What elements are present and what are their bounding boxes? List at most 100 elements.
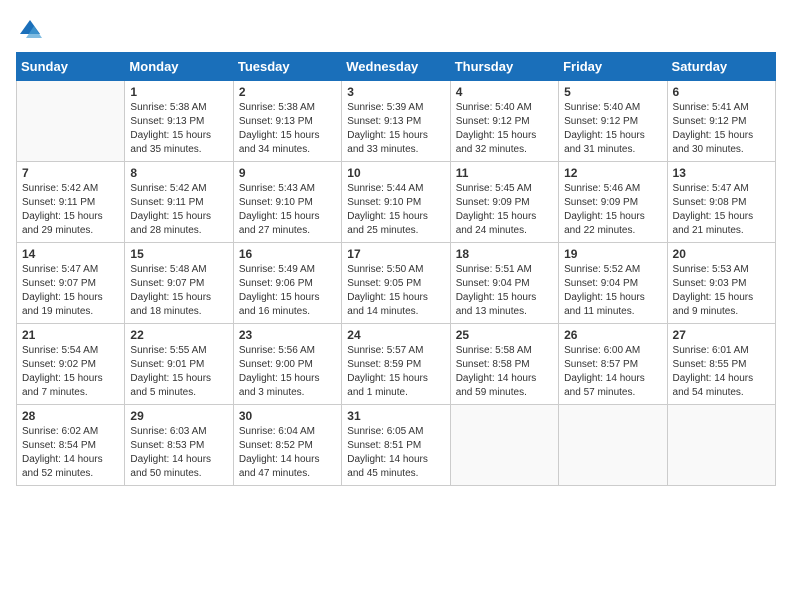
calendar-cell: 25 Sunrise: 5:58 AM Sunset: 8:58 PM Dayli… [450,324,558,405]
day-number: 1 [130,85,227,99]
day-info: Sunrise: 5:38 AM Sunset: 9:13 PM Dayligh… [130,101,227,157]
week-row-1: 1 Sunrise: 5:38 AM Sunset: 9:13 PM Daylig… [17,81,776,162]
calendar-cell: 31Sunrise: 6:05 AM Sunset: 8:51 PM Dayli… [342,405,450,486]
day-number: 16 [239,247,336,261]
calendar-cell [559,405,667,486]
calendar-cell: 11 Sunrise: 5:45 AM Sunset: 9:09 PM Dayli… [450,162,558,243]
week-row-2: 7 Sunrise: 5:42 AM Sunset: 9:11 PM Daylig… [17,162,776,243]
day-info: Sunrise: 5:55 AM Sunset: 9:01 PM Dayligh… [130,344,227,400]
calendar-cell: 28Sunrise: 6:02 AM Sunset: 8:54 PM Dayli… [17,405,125,486]
day-info: Sunrise: 5:53 AM Sunset: 9:03 PM Dayligh… [673,263,770,319]
day-info: Sunrise: 5:52 AM Sunset: 9:04 PM Dayligh… [564,263,661,319]
day-info: Sunrise: 6:03 AM Sunset: 8:53 PM Dayligh… [130,425,227,481]
weekday-header-tuesday: Tuesday [233,53,341,81]
calendar-cell: 10Sunrise: 5:44 AM Sunset: 9:10 PM Dayli… [342,162,450,243]
day-info: Sunrise: 5:57 AM Sunset: 8:59 PM Dayligh… [347,344,444,400]
calendar-cell: 8 Sunrise: 5:42 AM Sunset: 9:11 PM Daylig… [125,162,233,243]
calendar-cell: 12 Sunrise: 5:46 AM Sunset: 9:09 PM Dayli… [559,162,667,243]
calendar-cell: 21 Sunrise: 5:54 AM Sunset: 9:02 PM Dayli… [17,324,125,405]
day-number: 11 [456,166,553,180]
day-info: Sunrise: 6:00 AM Sunset: 8:57 PM Dayligh… [564,344,661,400]
day-number: 27 [673,328,770,342]
day-number: 7 [22,166,119,180]
day-info: Sunrise: 5:49 AM Sunset: 9:06 PM Dayligh… [239,263,336,319]
day-number: 12 [564,166,661,180]
weekday-header-thursday: Thursday [450,53,558,81]
day-number: 23 [239,328,336,342]
day-info: Sunrise: 5:46 AM Sunset: 9:09 PM Dayligh… [564,182,661,238]
calendar-cell [450,405,558,486]
calendar-cell: 1 Sunrise: 5:38 AM Sunset: 9:13 PM Daylig… [125,81,233,162]
day-info: Sunrise: 5:47 AM Sunset: 9:07 PM Dayligh… [22,263,119,319]
day-number: 20 [673,247,770,261]
day-number: 30 [239,409,336,423]
calendar-cell: 9 Sunrise: 5:43 AM Sunset: 9:10 PM Daylig… [233,162,341,243]
calendar-cell: 26 Sunrise: 6:00 AM Sunset: 8:57 PM Dayli… [559,324,667,405]
calendar-cell: 4Sunrise: 5:40 AM Sunset: 9:12 PM Daylig… [450,81,558,162]
day-number: 31 [347,409,444,423]
weekday-header-saturday: Saturday [667,53,775,81]
calendar-cell: 6 Sunrise: 5:41 AM Sunset: 9:12 PM Daylig… [667,81,775,162]
weekday-header-friday: Friday [559,53,667,81]
day-number: 10 [347,166,444,180]
calendar-cell: 7 Sunrise: 5:42 AM Sunset: 9:11 PM Daylig… [17,162,125,243]
day-number: 3 [347,85,444,99]
calendar-cell: 14 Sunrise: 5:47 AM Sunset: 9:07 PM Dayli… [17,243,125,324]
day-info: Sunrise: 5:41 AM Sunset: 9:12 PM Dayligh… [673,101,770,157]
calendar-cell: 20 Sunrise: 5:53 AM Sunset: 9:03 PM Dayli… [667,243,775,324]
logo-icon [16,16,44,44]
day-number: 9 [239,166,336,180]
day-number: 13 [673,166,770,180]
day-info: Sunrise: 5:54 AM Sunset: 9:02 PM Dayligh… [22,344,119,400]
day-info: Sunrise: 5:40 AM Sunset: 9:12 PM Dayligh… [456,101,553,157]
day-number: 5 [564,85,661,99]
calendar-cell: 17 Sunrise: 5:50 AM Sunset: 9:05 PM Dayli… [342,243,450,324]
day-number: 21 [22,328,119,342]
day-info: Sunrise: 5:50 AM Sunset: 9:05 PM Dayligh… [347,263,444,319]
day-number: 24 [347,328,444,342]
day-info: Sunrise: 5:58 AM Sunset: 8:58 PM Dayligh… [456,344,553,400]
day-info: Sunrise: 6:02 AM Sunset: 8:54 PM Dayligh… [22,425,119,481]
day-info: Sunrise: 5:47 AM Sunset: 9:08 PM Dayligh… [673,182,770,238]
day-info: Sunrise: 5:43 AM Sunset: 9:10 PM Dayligh… [239,182,336,238]
calendar-cell: 23Sunrise: 5:56 AM Sunset: 9:00 PM Dayli… [233,324,341,405]
day-info: Sunrise: 5:38 AM Sunset: 9:13 PM Dayligh… [239,101,336,157]
day-number: 26 [564,328,661,342]
day-number: 22 [130,328,227,342]
calendar-cell: 16 Sunrise: 5:49 AM Sunset: 9:06 PM Dayli… [233,243,341,324]
day-number: 19 [564,247,661,261]
weekday-header-wednesday: Wednesday [342,53,450,81]
day-number: 14 [22,247,119,261]
calendar-cell: 19 Sunrise: 5:52 AM Sunset: 9:04 PM Dayli… [559,243,667,324]
weekday-header-sunday: Sunday [17,53,125,81]
calendar-cell: 30Sunrise: 6:04 AM Sunset: 8:52 PM Dayli… [233,405,341,486]
weekday-header-row: SundayMondayTuesdayWednesdayThursdayFrid… [17,53,776,81]
day-info: Sunrise: 6:01 AM Sunset: 8:55 PM Dayligh… [673,344,770,400]
day-info: Sunrise: 5:51 AM Sunset: 9:04 PM Dayligh… [456,263,553,319]
weekday-header-monday: Monday [125,53,233,81]
day-info: Sunrise: 5:42 AM Sunset: 9:11 PM Dayligh… [22,182,119,238]
day-number: 6 [673,85,770,99]
calendar-cell: 18 Sunrise: 5:51 AM Sunset: 9:04 PM Dayli… [450,243,558,324]
day-info: Sunrise: 5:45 AM Sunset: 9:09 PM Dayligh… [456,182,553,238]
week-row-5: 28Sunrise: 6:02 AM Sunset: 8:54 PM Dayli… [17,405,776,486]
day-number: 25 [456,328,553,342]
day-number: 2 [239,85,336,99]
calendar-cell: 15 Sunrise: 5:48 AM Sunset: 9:07 PM Dayli… [125,243,233,324]
calendar-cell: 29 Sunrise: 6:03 AM Sunset: 8:53 PM Dayli… [125,405,233,486]
day-number: 8 [130,166,227,180]
day-info: Sunrise: 5:40 AM Sunset: 9:12 PM Dayligh… [564,101,661,157]
day-number: 17 [347,247,444,261]
calendar-cell: 22 Sunrise: 5:55 AM Sunset: 9:01 PM Dayli… [125,324,233,405]
page-header [16,16,776,44]
day-number: 15 [130,247,227,261]
day-number: 29 [130,409,227,423]
day-info: Sunrise: 5:48 AM Sunset: 9:07 PM Dayligh… [130,263,227,319]
calendar-cell: 5 Sunrise: 5:40 AM Sunset: 9:12 PM Daylig… [559,81,667,162]
day-info: Sunrise: 5:42 AM Sunset: 9:11 PM Dayligh… [130,182,227,238]
logo [16,16,48,44]
day-number: 18 [456,247,553,261]
calendar-cell: 3Sunrise: 5:39 AM Sunset: 9:13 PM Daylig… [342,81,450,162]
calendar-cell [667,405,775,486]
calendar-cell: 24 Sunrise: 5:57 AM Sunset: 8:59 PM Dayli… [342,324,450,405]
